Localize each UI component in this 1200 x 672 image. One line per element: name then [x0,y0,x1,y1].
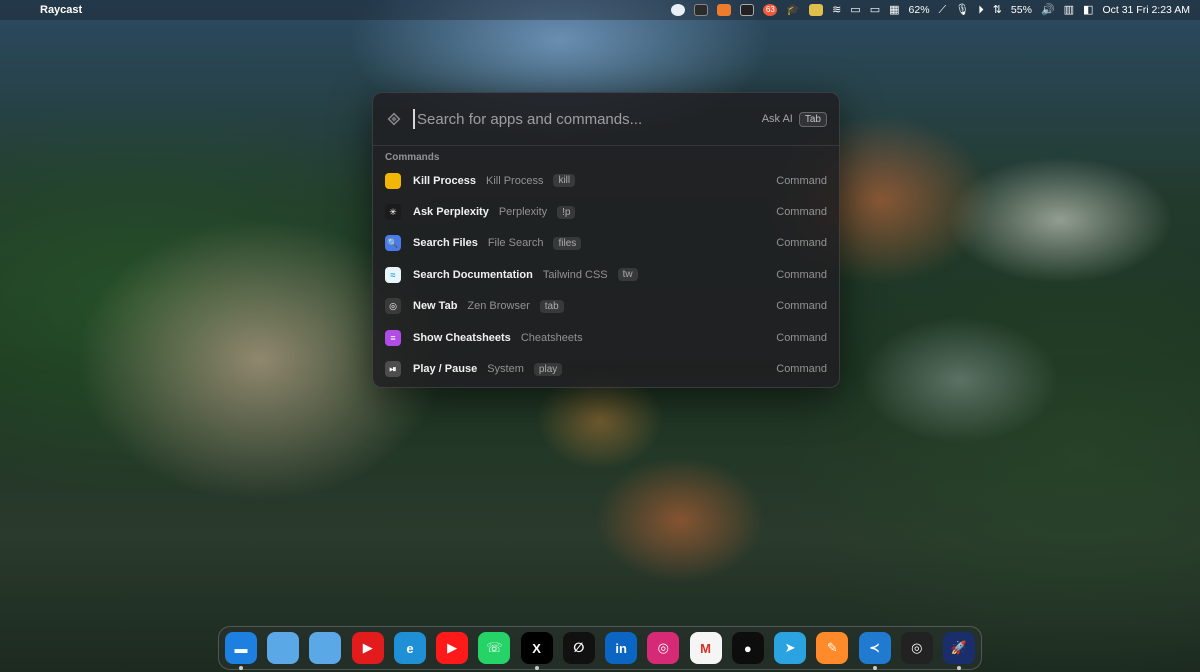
sliders-icon[interactable]: ⇅ [993,4,1002,16]
edge-icon[interactable]: e [393,632,426,664]
tray-app-icon[interactable] [694,4,709,16]
dock: ▬ ▶ e ▶ ☏ X ∅ in ◎ M ● ➤ ✎ ≺ ◎ 🚀 [218,626,982,670]
command-subtitle: Perplexity [498,206,548,219]
microphone-icon[interactable]: 🎙 [955,4,969,16]
command-kind: Command [776,206,827,219]
command-row[interactable]: ≡ Show Cheatsheets Cheatsheets Command [377,322,835,353]
finder-icon[interactable]: ▬ [225,632,257,670]
command-alias: kill [553,174,576,188]
command-title: New Tab [413,300,458,313]
search-input[interactable] [413,109,762,129]
ask-ai-label[interactable]: Ask AI [762,113,793,125]
command-subtitle: Cheatsheets [520,331,583,344]
menu-bar-clock[interactable]: Oct 31 Fri 2:23 AM [1102,4,1190,16]
search-row: Ask AI Tab [373,93,839,146]
command-alias: files [553,236,582,250]
display-icon[interactable]: ▭ [870,4,880,16]
command-title: Search Documentation [413,268,533,281]
zen-browser-icon[interactable]: ◎ [900,632,933,664]
raycast-rocket-icon[interactable]: 🚀 [942,632,975,670]
command-subtitle: File Search [487,237,544,250]
youtube-music-icon[interactable]: ▶ [351,632,384,664]
command-kind: Command [776,331,827,344]
x-icon[interactable]: X [520,632,553,670]
command-alias: play [533,362,563,376]
command-row[interactable]: ≈ Search Documentation Tailwind CSS tw Comma… [377,259,835,290]
command-alias: tw [617,268,638,282]
command-subtitle: Zen Browser [467,300,530,313]
play-circle-icon[interactable]: ⏵ [978,4,984,16]
slash-icon[interactable]: ⟋ [939,4,947,16]
vscode-icon[interactable]: ≺ [858,632,891,670]
command-title: Show Cheatsheets [413,331,511,344]
control-center-icon[interactable]: ◧ [1083,4,1093,16]
tray-app-icon[interactable] [717,4,732,16]
tray-app-icon[interactable] [740,4,755,16]
instagram-icon[interactable]: ◎ [647,632,680,664]
status-tray: 63 🎓 ≋ ▭ ▭ ▦ 62% ⟋ 🎙 ⏵ ⇅ 55% 🔊 ▥ ◧ Oct 3… [671,4,1190,16]
command-kind: Command [776,300,827,313]
tailwind-icon: ≈ [385,266,401,283]
wifi-icon[interactable]: ≋ [832,4,841,16]
command-title: Ask Perplexity [413,206,489,219]
command-alias: !p [557,205,576,219]
command-kind: Command [776,363,827,376]
github-icon[interactable]: ● [731,632,764,664]
raycast-launcher: Ask AI Tab Commands Kill ProcessKill Pro… [372,92,840,388]
youtube-icon[interactable]: ▶ [436,632,469,664]
linkedin-icon[interactable]: in [605,632,638,664]
folder-icon[interactable] [267,632,300,664]
battery-percent: 62% [908,4,930,16]
command-subtitle: System [487,363,524,376]
command-subtitle: Tailwind CSS [542,268,608,281]
command-row[interactable]: Kill Process Kill Process kill Command [377,165,835,196]
volume-percent: 55% [1010,4,1032,16]
active-app-name[interactable]: Raycast [40,4,82,16]
command-alias: tab [539,299,564,313]
menu-bar: Raycast 63 🎓 ≋ ▭ ▭ ▦ 62% ⟋ 🎙 ⏵ ⇅ 55% 🔊 ▥… [0,0,1200,20]
pages-icon[interactable]: ✎ [816,632,849,664]
command-row[interactable]: 🔍 Search Files File Search files Command [377,228,835,259]
tab-key-hint: Tab [798,111,827,127]
file-search-icon: 🔍 [385,235,401,252]
tray-app-icon[interactable] [809,4,824,16]
perplexity-icon: ✳ [385,204,401,221]
raycast-logo-icon [387,112,401,126]
whatsapp-icon[interactable]: ☏ [478,632,511,664]
command-title: Play / Pause [413,363,478,376]
command-row[interactable]: ◎ New Tab Zen Browser tab Command [377,291,835,322]
kill-process-icon [385,172,401,189]
battery-icon[interactable]: ▭ [850,4,860,16]
command-subtitle: Kill Process [485,174,544,187]
command-title: Kill Process [413,174,476,187]
speaker-icon[interactable]: 🔊 [1041,4,1055,16]
folder-icon[interactable] [309,632,342,664]
command-kind: Command [776,268,827,281]
command-list: Kill Process Kill Process kill Command ✳ Ask … [373,165,839,385]
command-row[interactable]: ✳ Ask Perplexity Perplexity !p Command [377,196,835,227]
command-kind: Command [776,237,827,250]
section-title: Commands [385,152,440,163]
zen-browser-icon: ◎ [385,298,401,315]
telegram-icon[interactable]: ➤ [774,632,807,664]
cpu-icon[interactable]: ▦ [889,4,899,16]
play-pause-icon: ⏯ [385,361,401,378]
command-title: Search Files [413,237,478,250]
command-row[interactable]: ⏯ Play / Pause System play Command [377,353,835,384]
sidebar-icon[interactable]: ▥ [1064,4,1074,16]
cheatsheets-icon: ≡ [385,329,401,346]
gmail-icon[interactable]: M [689,632,722,664]
command-kind: Command [776,174,827,187]
tray-badge-icon[interactable]: 63 [763,4,778,16]
graduation-cap-icon[interactable]: 🎓 [786,4,800,16]
tray-app-icon[interactable] [671,4,686,16]
zen-icon[interactable]: ∅ [562,632,595,664]
